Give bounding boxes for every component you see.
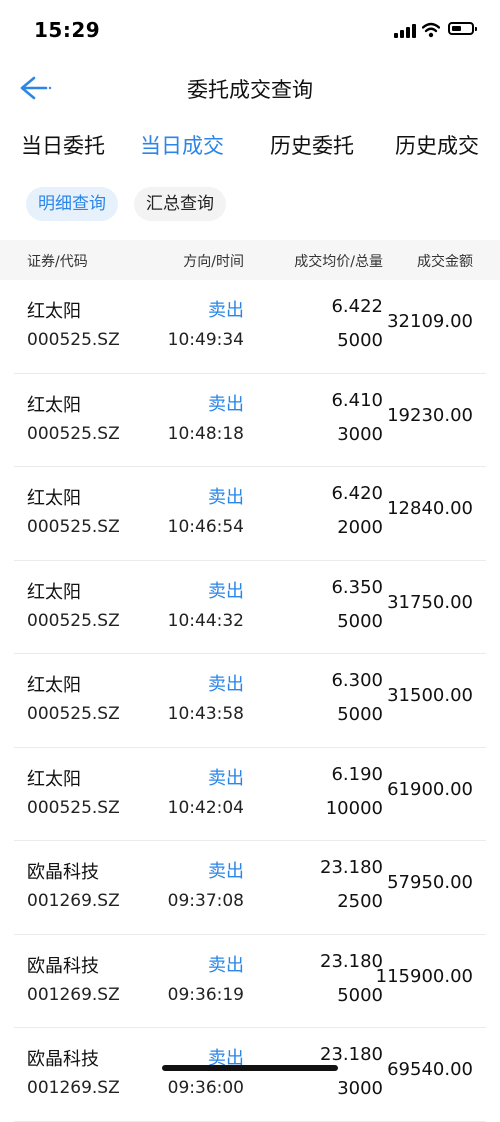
stock-code: 001269.SZ	[27, 891, 120, 911]
trade-direction: 卖出	[208, 393, 244, 415]
trade-amount: 31500.00	[387, 685, 473, 706]
table-row[interactable]: 红太阳 000525.SZ 卖出 10:43:58 6.300 5000 31500.00	[0, 654, 500, 748]
status-time: 15:29	[34, 18, 101, 42]
stock-name: 红太阳	[27, 675, 81, 696]
total-quantity: 2000	[337, 517, 383, 538]
stock-name: 红太阳	[27, 581, 81, 603]
avg-price: 6.410	[331, 389, 383, 411]
column-security: 证券/代码	[27, 254, 88, 270]
trade-time: 09:37:08	[167, 891, 244, 911]
stock-code: 000525.SZ	[27, 610, 120, 631]
trade-time: 09:36:00	[167, 1078, 244, 1098]
trade-direction: 卖出	[208, 487, 244, 508]
total-quantity: 5000	[337, 984, 383, 1006]
column-price-qty: 成交均价/总量	[294, 254, 383, 270]
total-quantity: 5000	[337, 704, 383, 725]
tab-history-trades[interactable]: 历史成交	[395, 130, 479, 160]
avg-price: 23.180	[320, 950, 383, 972]
table-row[interactable]: 红太阳 000525.SZ 卖出 10:44:32 6.350 5000 31750.00	[0, 561, 500, 655]
total-quantity: 2500	[337, 891, 383, 912]
trade-time: 10:42:04	[167, 797, 244, 818]
trade-time: 10:48:18	[167, 423, 244, 444]
wifi-icon	[421, 22, 441, 38]
trade-amount: 19230.00	[387, 404, 473, 426]
page-title: 委托成交查询	[187, 78, 313, 102]
total-quantity: 5000	[337, 610, 383, 632]
trade-time: 10:49:34	[167, 330, 244, 350]
table-row[interactable]: 红太阳 000525.SZ 卖出 10:46:54 6.420 2000 12840.00	[0, 467, 500, 561]
tab-today-trades[interactable]: 当日成交	[140, 130, 224, 160]
stock-code: 001269.SZ	[27, 1078, 120, 1098]
tab-history-orders[interactable]: 历史委托	[270, 130, 354, 160]
total-quantity: 3000	[337, 1078, 383, 1099]
home-indicator	[162, 1065, 338, 1071]
trade-amount: 115900.00	[375, 965, 473, 987]
main-tabs: 当日委托 当日成交 历史委托 历史成交	[0, 122, 500, 172]
stock-name: 欧晶科技	[27, 862, 99, 883]
table-row[interactable]: 红太阳 000525.SZ 卖出 10:48:18 6.410 3000 19230.00	[0, 374, 500, 468]
trade-amount: 61900.00	[387, 778, 473, 800]
nav-bar: 委托成交查询	[0, 60, 500, 116]
table-row[interactable]: 红太阳 000525.SZ 卖出 10:49:34 6.422 5000 32109.00	[0, 280, 500, 374]
trade-time: 10:43:58	[167, 704, 244, 724]
trade-direction: 卖出	[208, 674, 244, 695]
cellular-signal-icon	[394, 24, 418, 38]
trade-direction: 卖出	[208, 300, 244, 321]
table-row[interactable]: 红太阳 000525.SZ 卖出 10:42:04 6.190 10000 61900.00	[0, 748, 500, 842]
stock-name: 红太阳	[27, 488, 81, 509]
table-row[interactable]: 欧晶科技 001269.SZ 卖出 09:37:08 23.180 2500 57950.0…	[0, 841, 500, 935]
trade-direction: 卖出	[208, 954, 244, 976]
total-quantity: 10000	[325, 797, 383, 819]
stock-code: 000525.SZ	[27, 423, 120, 444]
trade-list: 红太阳 000525.SZ 卖出 10:49:34 6.422 5000 32109.00 红…	[0, 280, 500, 1122]
stock-code: 000525.SZ	[27, 517, 120, 537]
total-quantity: 3000	[337, 423, 383, 445]
column-direction-time: 方向/时间	[183, 254, 244, 270]
trade-amount: 32109.00	[387, 311, 473, 332]
stock-name: 欧晶科技	[27, 955, 99, 977]
trade-amount: 31750.00	[387, 591, 473, 613]
trade-direction: 卖出	[208, 580, 244, 602]
avg-price: 6.190	[331, 763, 383, 785]
trade-time: 09:36:19	[167, 984, 244, 1005]
stock-code: 000525.SZ	[27, 330, 120, 350]
stock-code: 001269.SZ	[27, 984, 120, 1005]
sub-tabs: 明细查询 汇总查询	[0, 184, 500, 224]
total-quantity: 5000	[337, 330, 383, 351]
status-bar: 15:29	[0, 0, 500, 60]
trade-direction: 卖出	[208, 861, 244, 882]
column-amount: 成交金额	[417, 254, 473, 270]
battery-icon	[448, 22, 477, 35]
detail-query-chip[interactable]: 明细查询	[26, 187, 118, 221]
avg-price: 23.180	[320, 857, 383, 878]
avg-price: 23.180	[320, 1044, 383, 1065]
trade-amount: 57950.00	[387, 872, 473, 893]
summary-query-chip[interactable]: 汇总查询	[134, 187, 226, 221]
avg-price: 6.350	[331, 576, 383, 598]
table-row[interactable]: 欧晶科技 001269.SZ 卖出 09:36:00 23.180 3000 69540.0…	[0, 1028, 500, 1122]
tab-today-orders[interactable]: 当日委托	[21, 130, 105, 160]
avg-price: 6.422	[331, 296, 383, 317]
stock-code: 000525.SZ	[27, 797, 120, 818]
trade-time: 10:46:54	[167, 517, 244, 537]
stock-name: 红太阳	[27, 394, 81, 416]
table-row[interactable]: 欧晶科技 001269.SZ 卖出 09:36:19 23.180 5000 115900.…	[0, 935, 500, 1029]
stock-name: 红太阳	[27, 301, 81, 322]
trade-direction: 卖出	[208, 767, 244, 789]
avg-price: 6.300	[331, 670, 383, 691]
stock-name: 欧晶科技	[27, 1049, 99, 1070]
trade-time: 10:44:32	[167, 610, 244, 631]
stock-name: 红太阳	[27, 768, 81, 790]
trade-amount: 69540.00	[387, 1059, 473, 1080]
table-header: 证券/代码 方向/时间 成交均价/总量 成交金额	[0, 240, 500, 280]
stock-code: 000525.SZ	[27, 704, 120, 724]
avg-price: 6.420	[331, 483, 383, 504]
trade-amount: 12840.00	[387, 498, 473, 519]
